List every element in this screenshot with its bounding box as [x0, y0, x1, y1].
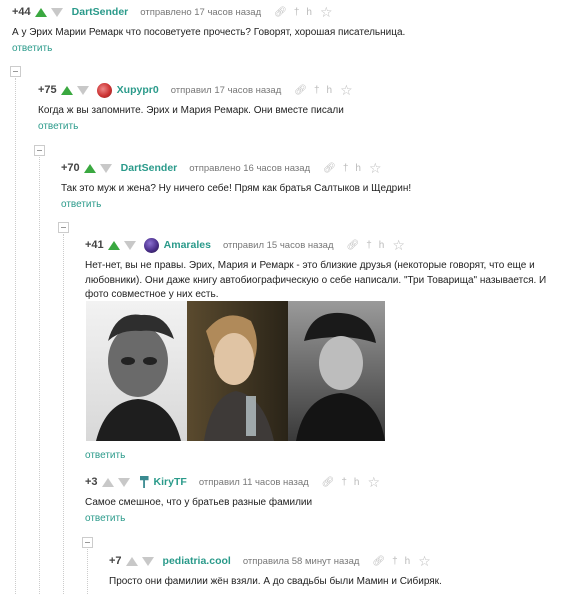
avatar[interactable] — [143, 237, 159, 253]
comment-rating: +41 — [85, 239, 104, 251]
comment-text: Нет-нет, вы не правы. Эрих, Мария и Рема… — [85, 260, 547, 300]
downvote-icon[interactable] — [141, 556, 154, 566]
comment-6: +7 pediatria.cool отправила 58 минут наз… — [109, 553, 549, 590]
upvote-icon[interactable] — [60, 85, 73, 95]
reply-link[interactable]: ответить — [61, 199, 101, 210]
thread-line — [15, 78, 16, 594]
reply-link[interactable]: ответить — [38, 121, 78, 132]
comment-timestamp: отправил 17 часов назад — [170, 84, 282, 96]
comment-timestamp: отправил 11 часов назад — [198, 476, 309, 488]
comment-2: +75 Xupypr0 отправил 17 часов назад 🔗︎ † h… — [38, 82, 558, 132]
comment-timestamp: отправил 15 часов назад — [222, 239, 334, 251]
save-icon[interactable]: h — [354, 477, 360, 488]
downvote-icon[interactable] — [99, 163, 112, 173]
save-icon[interactable]: h — [405, 556, 411, 567]
link-icon[interactable]: 🔗︎ — [274, 7, 287, 18]
comment-timestamp: отправлено 17 часов назад — [140, 6, 262, 18]
downvote-icon[interactable] — [76, 85, 89, 95]
upvote-icon[interactable] — [34, 7, 47, 17]
comment-text: А у Эрих Марии Ремарк что посоветуете пр… — [12, 27, 406, 38]
link-icon[interactable]: 🔗︎ — [294, 85, 307, 96]
link-icon[interactable]: 🔗︎ — [322, 477, 335, 488]
downvote-icon[interactable] — [50, 7, 63, 17]
link-icon[interactable]: 🔗︎ — [347, 240, 360, 251]
comment-4: +41 Amarales отправил 15 часов назад 🔗︎ †… — [85, 237, 547, 303]
star-icon[interactable]: ☆ — [418, 553, 431, 570]
thread-line — [63, 234, 64, 594]
thread-line — [39, 157, 40, 594]
comment-4-footer: ответить — [85, 448, 125, 461]
comment-rating: +7 — [109, 555, 122, 567]
star-icon[interactable]: ☆ — [320, 4, 333, 21]
link-icon[interactable]: 🔗︎ — [323, 163, 336, 174]
save-icon[interactable]: h — [355, 163, 361, 174]
avatar[interactable] — [139, 476, 149, 488]
star-icon[interactable]: ☆ — [392, 237, 405, 254]
reply-link[interactable]: ответить — [85, 513, 125, 524]
photo-image — [86, 301, 385, 441]
upvote-icon[interactable] — [125, 556, 138, 566]
comment-rating: +3 — [85, 476, 98, 488]
comment-author[interactable]: pediatria.cool — [163, 555, 231, 567]
comment-author[interactable]: Xupypr0 — [117, 84, 159, 96]
comment-1: +44 DartSender отправлено 17 часов назад… — [12, 4, 557, 54]
comment-timestamp: отправила 58 минут назад — [242, 555, 360, 567]
star-icon[interactable]: ☆ — [340, 82, 353, 99]
comment-author[interactable]: Amarales — [164, 239, 211, 251]
comment-icon[interactable]: † — [341, 477, 347, 488]
comment-icon[interactable]: † — [314, 85, 320, 96]
comment-text: Просто они фамилии жён взяли. А до свадь… — [109, 576, 442, 587]
star-icon[interactable]: ☆ — [367, 474, 380, 491]
save-icon[interactable]: h — [379, 240, 385, 251]
comment-rating: +70 — [61, 162, 80, 174]
thread-line — [87, 549, 88, 594]
collapse-button[interactable] — [58, 222, 69, 233]
comment-icon[interactable]: † — [294, 7, 300, 18]
comment-author[interactable]: DartSender — [72, 6, 129, 18]
downvote-icon[interactable] — [117, 477, 130, 487]
comment-author[interactable]: DartSender — [121, 162, 178, 174]
comment-author[interactable]: KiryTF — [154, 476, 187, 488]
comment-text: Когда ж вы запомните. Эрих и Мария Ремар… — [38, 105, 344, 116]
comment-text: Так это муж и жена? Ну ничего себе! Прям… — [61, 183, 412, 194]
comment-icon[interactable]: † — [392, 556, 398, 567]
comment-rating: +44 — [12, 6, 31, 18]
save-icon[interactable]: h — [327, 85, 333, 96]
reply-link[interactable]: ответить — [85, 450, 125, 461]
link-icon[interactable]: 🔗︎ — [372, 556, 385, 567]
upvote-icon[interactable] — [83, 163, 96, 173]
collapse-button[interactable] — [10, 66, 21, 77]
star-icon[interactable]: ☆ — [369, 160, 382, 177]
comment-icon[interactable]: † — [366, 240, 372, 251]
comment-timestamp: отправлено 16 часов назад — [189, 162, 311, 174]
collapse-button[interactable] — [34, 145, 45, 156]
comment-rating: +75 — [38, 84, 57, 96]
upvote-icon[interactable] — [101, 477, 114, 487]
comment-3: +70 DartSender отправлено 16 часов назад… — [61, 160, 558, 210]
comment-icon[interactable]: † — [343, 163, 349, 174]
upvote-icon[interactable] — [107, 240, 120, 250]
downvote-icon[interactable] — [123, 240, 136, 250]
comment-5: +3 KiryTF отправил 11 часов назад 🔗︎ † h ☆… — [85, 474, 547, 524]
reply-link[interactable]: ответить — [12, 43, 52, 54]
photo-collage[interactable] — [86, 301, 385, 441]
collapse-button[interactable] — [82, 537, 93, 548]
avatar[interactable] — [96, 82, 112, 98]
save-icon[interactable]: h — [306, 7, 312, 18]
comment-text: Самое смешное, что у братьев разные фами… — [85, 497, 313, 508]
